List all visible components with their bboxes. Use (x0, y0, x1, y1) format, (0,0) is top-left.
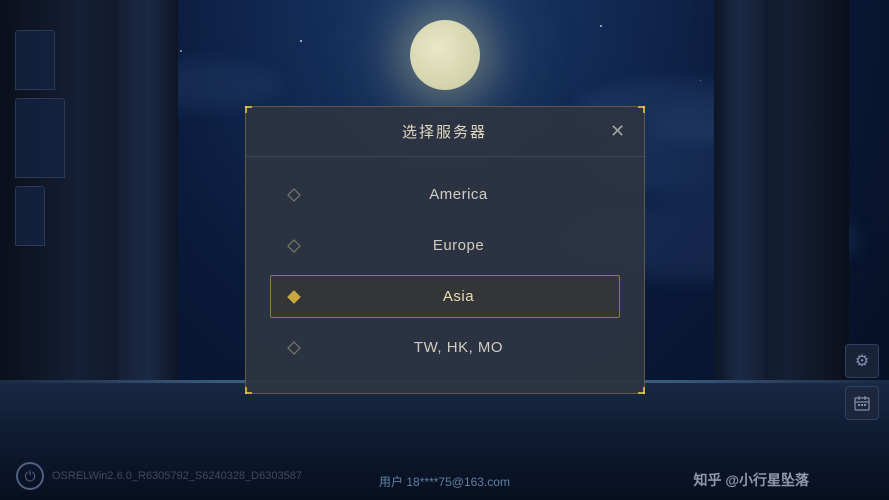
version-text: OSRELWin2.6.0_R6305792_S6240328_D6303587 (52, 470, 302, 482)
close-button[interactable]: ✕ (606, 120, 630, 144)
user-email: 18****75@163.com (406, 475, 510, 489)
radio-icon-europe (287, 239, 301, 253)
server-item-asia[interactable]: Asia (270, 275, 620, 318)
server-name-europe: Europe (315, 237, 603, 254)
server-name-asia: Asia (315, 288, 603, 305)
server-item-tw-hk-mo[interactable]: TW, HK, MO (270, 326, 620, 369)
server-list: America Europe Asia (246, 157, 644, 393)
corner-bl-decoration (244, 375, 264, 395)
server-item-europe[interactable]: Europe (270, 224, 620, 267)
power-button[interactable]: ⏻ (16, 462, 44, 490)
right-icons-panel: ⚙ (845, 344, 879, 420)
radio-icon-asia (287, 290, 301, 304)
server-name-tw-hk-mo: TW, HK, MO (315, 339, 603, 356)
calendar-icon-button[interactable] (845, 386, 879, 420)
user-label: 用户 (379, 475, 403, 489)
server-item-america[interactable]: America (270, 173, 620, 216)
settings-icon-button[interactable]: ⚙ (845, 344, 879, 378)
server-name-america: America (315, 186, 603, 203)
corner-br-decoration (626, 375, 646, 395)
dialog-title-bar: 选择服务器 ✕ (246, 107, 644, 157)
radio-icon-america (287, 188, 301, 202)
radio-icon-tw-hk-mo (287, 341, 301, 355)
server-select-dialog: 选择服务器 ✕ America Eur (245, 106, 645, 394)
dialog-title-text: 选择服务器 (402, 121, 487, 142)
watermark: 知乎 @小行星坠落 (693, 470, 809, 490)
user-info: 用户 18****75@163.com (379, 473, 510, 490)
dialog-overlay: 选择服务器 ✕ America Eur (0, 0, 889, 500)
